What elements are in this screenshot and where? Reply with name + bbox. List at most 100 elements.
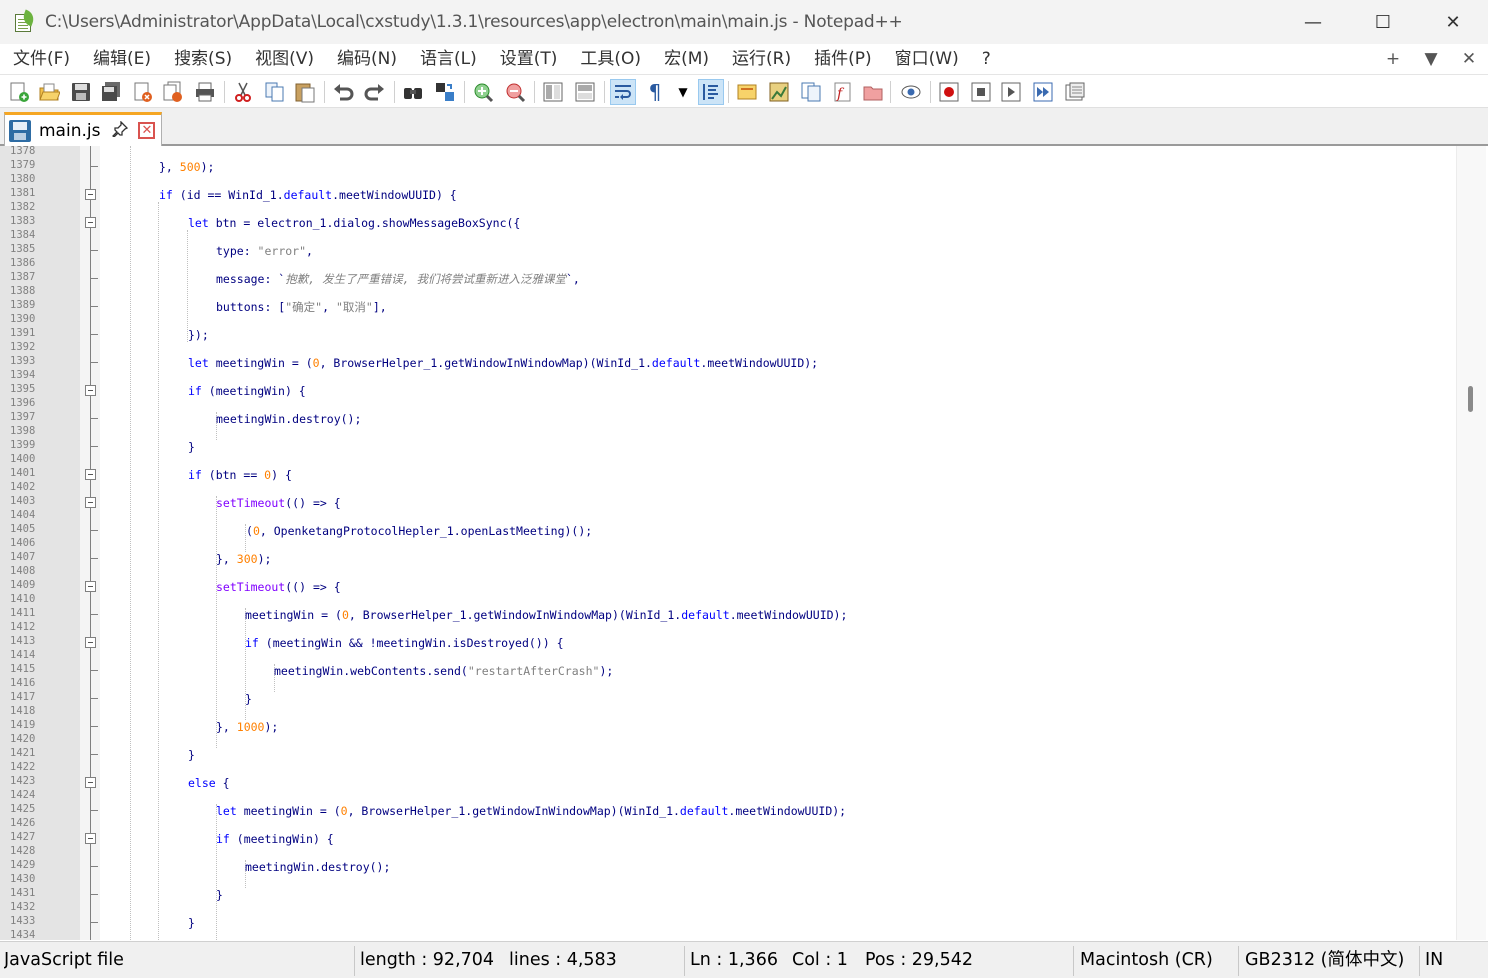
fold-line-tick (91, 278, 98, 279)
doc-map-icon[interactable] (766, 79, 792, 105)
stop-record-icon[interactable] (968, 79, 994, 105)
copy-icon[interactable] (262, 79, 288, 105)
scrollbar-thumb[interactable] (1468, 386, 1473, 412)
fold-toggle-icon[interactable] (85, 469, 96, 480)
paste-icon[interactable] (292, 79, 318, 105)
menu-language[interactable]: 语言(L) (407, 44, 487, 74)
zoom-in-icon[interactable] (470, 79, 496, 105)
menu-macro[interactable]: 宏(M) (651, 44, 719, 74)
line-number: 1424 (10, 789, 36, 801)
save-macro-icon[interactable] (1062, 79, 1088, 105)
fold-line-tick (91, 166, 98, 167)
code-line: let btn = electron_1.dialog.showMessageB… (188, 216, 521, 230)
tab-label: main.js (39, 120, 101, 141)
minimize-button[interactable]: — (1278, 0, 1348, 44)
code-line: } (188, 440, 195, 454)
fold-toggle-icon[interactable] (85, 189, 96, 200)
cut-icon[interactable] (230, 79, 256, 105)
menu-edit[interactable]: 编辑(E) (80, 44, 161, 74)
replace-icon[interactable] (432, 79, 458, 105)
fold-toggle-icon[interactable] (85, 777, 96, 788)
redo-icon[interactable] (362, 79, 388, 105)
code-line: meetingWin.webContents.send("restartAfte… (274, 664, 614, 678)
line-number: 1410 (10, 593, 36, 605)
menu-window[interactable]: 窗口(W) (882, 44, 969, 74)
status-encoding[interactable]: GB2312 (简体中文) (1245, 942, 1404, 978)
menu-bar: 文件(F) 编辑(E) 搜索(S) 视图(V) 编码(N) 语言(L) 设置(T… (0, 44, 1488, 74)
line-number: 1419 (10, 719, 36, 731)
menu-run[interactable]: 运行(R) (719, 44, 801, 74)
new-file-icon[interactable] (6, 79, 32, 105)
fold-line-tick (91, 306, 98, 307)
menu-file[interactable]: 文件(F) (0, 44, 80, 74)
fold-toggle-icon[interactable] (85, 637, 96, 648)
fold-toggle-icon[interactable] (85, 833, 96, 844)
line-number: 1378 (10, 146, 36, 157)
sync-horizontal-icon[interactable] (572, 79, 598, 105)
dropdown-icon[interactable]: ▼ (670, 79, 696, 105)
status-insert-mode: IN (1425, 950, 1444, 970)
word-wrap-icon[interactable] (610, 79, 636, 105)
status-eol[interactable]: Macintosh (CR) (1080, 942, 1213, 978)
close-doc-button[interactable]: ✕ (1450, 49, 1488, 69)
code-line: }, 1000); (216, 720, 279, 734)
line-number: 1429 (10, 859, 36, 871)
print-icon[interactable] (192, 79, 218, 105)
user-language-icon[interactable] (734, 79, 760, 105)
fold-toggle-icon[interactable] (85, 497, 96, 508)
code-area[interactable]: }, 500); if (id == WinId_1.default.meetW… (100, 146, 1456, 940)
find-icon[interactable] (400, 79, 426, 105)
close-all-icon[interactable] (160, 79, 186, 105)
fold-toggle-icon[interactable] (85, 217, 96, 228)
vertical-scrollbar[interactable] (1456, 146, 1486, 940)
line-number: 1386 (10, 257, 36, 269)
open-file-icon[interactable] (36, 79, 62, 105)
fold-toggle-icon[interactable] (85, 385, 96, 396)
zoom-out-icon[interactable] (502, 79, 528, 105)
status-ln: Ln : 1,366 (690, 950, 778, 970)
menu-plugins[interactable]: 插件(P) (801, 44, 882, 74)
line-number: 1393 (10, 355, 36, 367)
code-line: } (188, 916, 195, 930)
close-window-button[interactable]: ✕ (1418, 0, 1488, 44)
show-all-chars-icon[interactable]: ¶ (642, 79, 668, 105)
line-number: 1404 (10, 509, 36, 521)
line-number: 1415 (10, 663, 36, 675)
fold-line-tick (91, 614, 98, 615)
menu-help[interactable]: ? (969, 44, 1001, 74)
menu-view[interactable]: 视图(V) (242, 44, 324, 74)
save-all-icon[interactable] (98, 79, 124, 105)
new-tab-button[interactable]: + (1374, 49, 1412, 69)
menu-search[interactable]: 搜索(S) (161, 44, 242, 74)
line-number: 1392 (10, 341, 36, 353)
folder-workspace-icon[interactable] (860, 79, 886, 105)
line-number: 1391 (10, 327, 36, 339)
code-editor[interactable]: 1378 1379 1380 1381 1382 1383 1384 1385 1386 1387… (0, 146, 1488, 940)
indent-guide-icon[interactable] (698, 79, 724, 105)
menu-encoding[interactable]: 编码(N) (324, 44, 407, 74)
tab-list-dropdown[interactable]: ▼ (1412, 49, 1450, 69)
line-number: 1389 (10, 299, 36, 311)
maximize-button[interactable]: ☐ (1348, 0, 1418, 44)
code-line: if (meetingWin) { (216, 832, 334, 846)
fold-toggle-icon[interactable] (85, 581, 96, 592)
save-icon[interactable] (68, 79, 94, 105)
fold-line-tick (91, 670, 98, 671)
saved-file-icon (9, 119, 31, 142)
sync-vertical-icon[interactable] (540, 79, 566, 105)
doc-list-icon[interactable] (798, 79, 824, 105)
close-tab-icon[interactable]: ✕ (138, 122, 156, 139)
menu-settings[interactable]: 设置(T) (487, 44, 568, 74)
pin-icon[interactable] (112, 119, 129, 141)
monitoring-icon[interactable] (898, 79, 924, 105)
tab-main-js[interactable]: main.js ✕ (4, 112, 162, 146)
play-macro-icon[interactable] (998, 79, 1024, 105)
record-macro-icon[interactable] (936, 79, 962, 105)
line-number: 1416 (10, 677, 36, 689)
line-number: 1425 (10, 803, 36, 815)
run-macro-multiple-icon[interactable] (1030, 79, 1056, 105)
close-icon[interactable] (130, 79, 156, 105)
undo-icon[interactable] (330, 79, 356, 105)
function-list-icon[interactable]: f (830, 79, 856, 105)
menu-tools[interactable]: 工具(O) (567, 44, 651, 74)
